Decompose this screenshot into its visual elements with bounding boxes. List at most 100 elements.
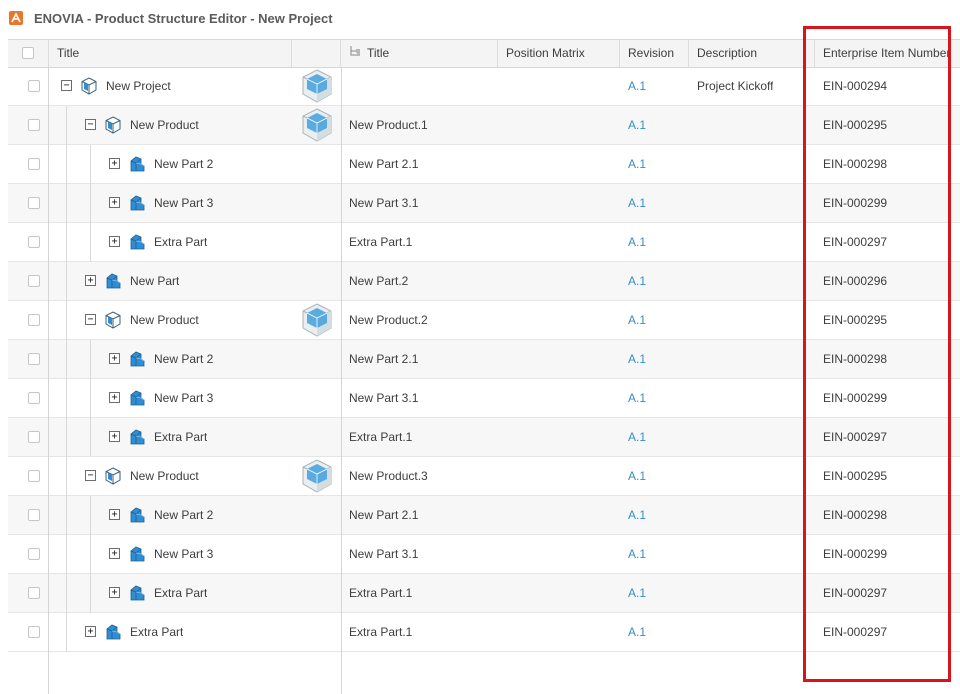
expand-toggle[interactable]: + (109, 431, 120, 442)
row-checkbox[interactable] (28, 470, 40, 482)
row-title[interactable]: New Product (130, 106, 199, 144)
part-icon (128, 233, 146, 254)
row-instance-title: New Part 3.1 (349, 391, 419, 405)
tree-guide-line (66, 223, 67, 262)
revision-link[interactable]: A.1 (628, 223, 646, 261)
row-title[interactable]: Extra Part (154, 223, 207, 261)
expand-toggle[interactable]: + (109, 509, 120, 520)
row-title[interactable]: New Part 2 (154, 496, 213, 534)
row-checkbox[interactable] (28, 197, 40, 209)
row-title[interactable]: New Part 3 (154, 535, 213, 573)
tree-guide-line (90, 184, 91, 223)
thumbnail-image (300, 68, 334, 104)
expand-toggle[interactable]: + (109, 587, 120, 598)
column-divider (341, 67, 342, 694)
row-title[interactable]: New Part 3 (154, 184, 213, 222)
tree-guide-line (90, 379, 91, 418)
expand-toggle[interactable]: + (85, 275, 96, 286)
part-icon (128, 545, 146, 566)
row-checkbox[interactable] (28, 158, 40, 170)
row-checkbox[interactable] (28, 587, 40, 599)
revision-link[interactable]: A.1 (628, 574, 646, 612)
column-divider (48, 67, 49, 694)
row-title[interactable]: New Project (106, 67, 171, 105)
tree-guide-line (66, 496, 67, 535)
row-title[interactable]: New Part 2 (154, 145, 213, 183)
revision-link[interactable]: A.1 (628, 301, 646, 339)
enterprise-item-number-highlight (803, 26, 951, 682)
part-icon (128, 194, 146, 215)
row-title[interactable]: New Part 2 (154, 340, 213, 378)
row-checkbox[interactable] (28, 431, 40, 443)
expand-toggle[interactable]: + (109, 353, 120, 364)
revision-link[interactable]: A.1 (628, 67, 646, 105)
row-instance-title: New Product.1 (349, 118, 428, 132)
part-icon (128, 506, 146, 527)
row-instance-title: New Product.3 (349, 469, 428, 483)
part-icon (104, 623, 122, 644)
revision-link[interactable]: A.1 (628, 184, 646, 222)
column-header-thumbnail[interactable] (292, 40, 341, 67)
row-checkbox[interactable] (28, 314, 40, 326)
column-header-revision[interactable]: Revision (620, 40, 689, 67)
column-header-instance-title[interactable]: Title (341, 40, 498, 67)
row-checkbox[interactable] (28, 548, 40, 560)
part-icon (128, 428, 146, 449)
revision-link[interactable]: A.1 (628, 535, 646, 573)
row-instance-title: Extra Part.1 (349, 430, 413, 444)
row-description: Project Kickoff (697, 79, 774, 93)
row-checkbox[interactable] (28, 236, 40, 248)
product-icon (104, 116, 122, 137)
row-checkbox[interactable] (28, 509, 40, 521)
row-title[interactable]: New Product (130, 457, 199, 495)
row-checkbox[interactable] (28, 392, 40, 404)
tree-guide-line (90, 574, 91, 613)
row-title[interactable]: New Part 3 (154, 379, 213, 417)
tree-guide-line (90, 223, 91, 262)
expand-toggle[interactable]: + (109, 197, 120, 208)
revision-link[interactable]: A.1 (628, 418, 646, 456)
row-title[interactable]: Extra Part (154, 418, 207, 456)
row-title[interactable]: New Product (130, 301, 199, 339)
revision-link[interactable]: A.1 (628, 106, 646, 144)
select-all-checkbox[interactable] (22, 47, 34, 59)
column-header-description[interactable]: Description (689, 40, 815, 67)
product-icon (80, 77, 98, 98)
column-header-instance-title-label: Title (367, 46, 390, 60)
revision-link[interactable]: A.1 (628, 379, 646, 417)
row-instance-title: Extra Part.1 (349, 586, 413, 600)
row-checkbox[interactable] (28, 353, 40, 365)
column-header-title[interactable]: Title (49, 40, 292, 67)
expand-toggle[interactable]: + (85, 626, 96, 637)
row-instance-title: New Part 2.1 (349, 157, 419, 171)
expand-toggle[interactable]: + (109, 158, 120, 169)
tree-guide-line (66, 613, 67, 652)
revision-link[interactable]: A.1 (628, 457, 646, 495)
row-title[interactable]: New Part (130, 262, 179, 300)
collapse-toggle[interactable]: − (85, 470, 96, 481)
collapse-toggle[interactable]: − (61, 80, 72, 91)
tree-guide-line (66, 418, 67, 457)
expand-toggle[interactable]: + (109, 548, 120, 559)
revision-link[interactable]: A.1 (628, 145, 646, 183)
product-icon (104, 311, 122, 332)
row-instance-title: New Product.2 (349, 313, 428, 327)
row-checkbox[interactable] (28, 626, 40, 638)
tree-guide-line (66, 301, 67, 340)
tree-guide-line (90, 535, 91, 574)
column-header-position-matrix[interactable]: Position Matrix (498, 40, 620, 67)
revision-link[interactable]: A.1 (628, 613, 646, 651)
revision-link[interactable]: A.1 (628, 496, 646, 534)
expand-toggle[interactable]: + (109, 392, 120, 403)
row-title[interactable]: Extra Part (154, 574, 207, 612)
row-checkbox[interactable] (28, 275, 40, 287)
collapse-toggle[interactable]: − (85, 314, 96, 325)
revision-link[interactable]: A.1 (628, 262, 646, 300)
revision-link[interactable]: A.1 (628, 340, 646, 378)
row-title[interactable]: Extra Part (130, 613, 183, 651)
collapse-toggle[interactable]: − (85, 119, 96, 130)
expand-toggle[interactable]: + (109, 236, 120, 247)
row-checkbox[interactable] (28, 119, 40, 131)
row-checkbox[interactable] (28, 80, 40, 92)
app-logo-icon (9, 11, 23, 25)
